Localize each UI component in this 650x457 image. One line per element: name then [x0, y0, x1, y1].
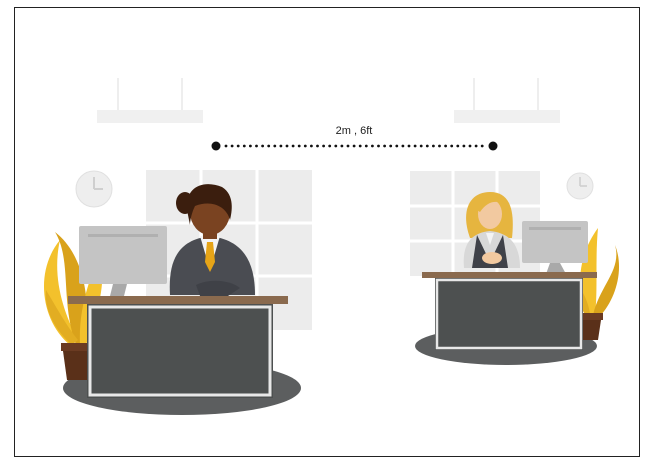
distance-dot [230, 144, 234, 148]
distance-endpoint-left [211, 141, 221, 151]
distance-dot [358, 144, 362, 148]
distance-dot [444, 144, 447, 148]
distance-dot [432, 144, 435, 148]
clock-icon [566, 172, 594, 200]
distance-dot [407, 144, 411, 148]
distance-dot [340, 144, 344, 148]
distance-dot [273, 144, 277, 148]
distance-dot [371, 144, 374, 148]
office-distance-illustration [14, 7, 640, 457]
distance-dot [480, 144, 484, 148]
distance-dot [450, 144, 454, 148]
distance-dot [419, 144, 423, 148]
desk-right [422, 272, 597, 350]
distance-dot [242, 144, 246, 148]
distance-dot [322, 144, 325, 148]
distance-dot [352, 144, 356, 148]
distance-indicator [211, 141, 498, 151]
distance-dot [377, 144, 380, 148]
distance-dot [413, 144, 417, 148]
distance-dot [303, 144, 307, 148]
ceiling-lamp-left [97, 78, 203, 123]
distance-dot [438, 144, 441, 148]
distance-dot [267, 144, 271, 148]
clock-icon [75, 170, 113, 208]
distance-dot [297, 144, 301, 148]
distance-dot [468, 144, 472, 148]
desk-left [68, 296, 288, 398]
distance-dot [224, 144, 228, 148]
distance-dot [285, 144, 289, 148]
distance-dot [474, 144, 478, 148]
distance-dot [291, 144, 295, 148]
distance-dot [383, 144, 386, 148]
distance-dot [425, 144, 429, 148]
distance-dot [328, 144, 332, 148]
distance-dot [389, 144, 393, 148]
distance-dot [456, 144, 460, 148]
distance-dot [334, 144, 338, 148]
ceiling-lamp-right [454, 78, 560, 123]
distance-dot [346, 144, 350, 148]
distance-label: 2m , 6ft [335, 125, 373, 137]
distance-dot [462, 144, 466, 148]
distance-dot [310, 144, 313, 148]
distance-dot [401, 144, 405, 148]
distance-dot [261, 144, 264, 148]
distance-dot [279, 144, 283, 148]
distance-dot [316, 144, 319, 148]
distance-dot [395, 144, 399, 148]
distance-dot [364, 144, 368, 148]
distance-dot [236, 144, 240, 148]
distance-endpoint-right [488, 141, 498, 151]
distance-dot [255, 144, 258, 148]
distance-dot [249, 144, 252, 148]
